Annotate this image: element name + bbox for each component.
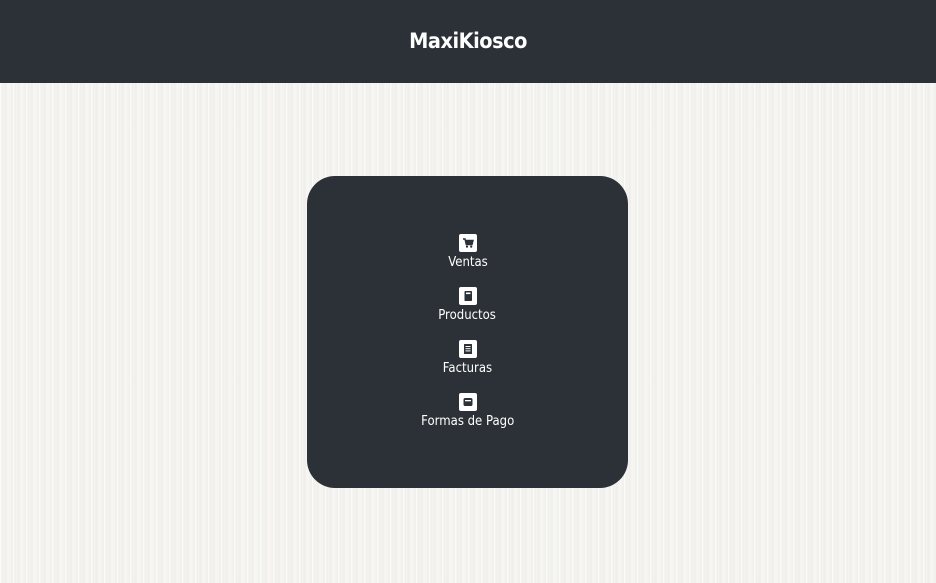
- menu-item-label: Facturas: [442, 361, 493, 376]
- menu-item-ventas[interactable]: Ventas: [307, 234, 628, 282]
- menu-item-label: Ventas: [447, 255, 488, 270]
- menu-item-label: Productos: [438, 308, 497, 323]
- shopping-cart-icon: [458, 234, 477, 252]
- app-header: MaxiKiosco: [0, 0, 936, 83]
- book-icon: [458, 287, 477, 305]
- main-menu: Ventas Productos Facturas Formas de Pago: [307, 176, 628, 488]
- app-title: MaxiKiosco: [409, 29, 527, 53]
- menu-item-productos[interactable]: Productos: [307, 287, 628, 335]
- document-icon: [458, 340, 477, 358]
- menu-item-label: Formas de Pago: [420, 414, 515, 429]
- wallet-icon: [458, 393, 477, 411]
- menu-item-facturas[interactable]: Facturas: [307, 340, 628, 388]
- menu-item-formas-de-pago[interactable]: Formas de Pago: [307, 393, 628, 441]
